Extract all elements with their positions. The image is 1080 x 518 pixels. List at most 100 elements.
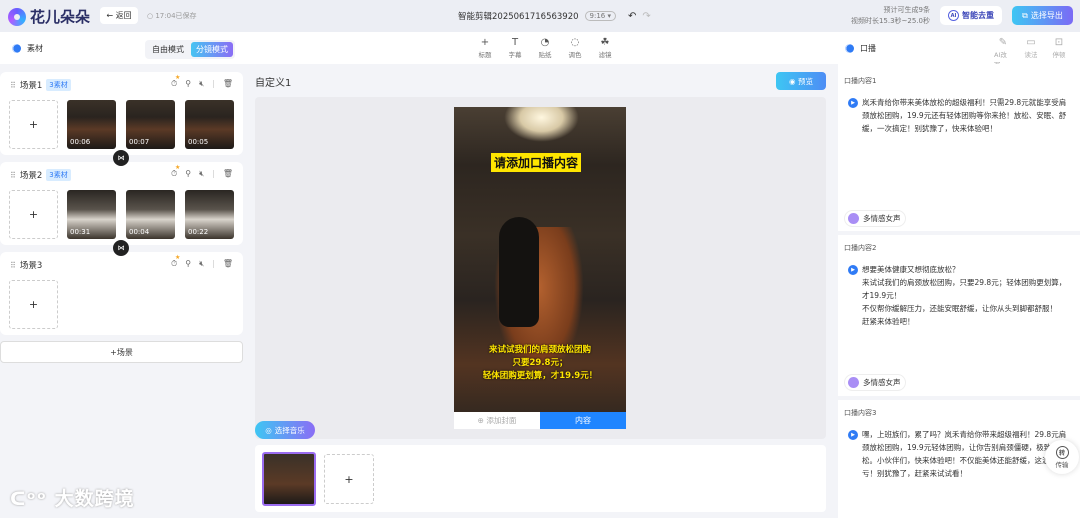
back-button[interactable]: ← 返回 <box>100 7 138 24</box>
timer-icon[interactable]: ⏱ ★ <box>171 74 180 89</box>
search-icon[interactable]: ⚲ <box>185 259 191 269</box>
selected-clip-thumbnail[interactable] <box>262 452 316 506</box>
search-icon[interactable]: ⚲ <box>185 169 191 179</box>
clip-duration: 00:06 <box>70 138 91 146</box>
material-count-badge: 3素材 <box>46 79 71 91</box>
export-button[interactable]: ⧉ 选择导出 <box>1012 6 1073 25</box>
eye-icon: ◉ <box>789 76 798 86</box>
play-icon[interactable]: ▶ <box>848 430 858 440</box>
smart-dedupe-label: 智能去重 <box>962 11 994 20</box>
search-icon[interactable]: ⚲ <box>185 79 191 89</box>
drag-handle-icon[interactable]: ⠿ <box>10 81 16 90</box>
free-mode-tab[interactable]: 自由模式 <box>147 42 189 57</box>
voice-select-button[interactable]: 多情感女声 <box>844 210 906 227</box>
timer-icon[interactable]: ⏱ ★ <box>171 254 180 269</box>
magic-pen-icon: ✎ <box>998 37 1008 48</box>
voiceover-text[interactable]: ▶ 岚禾青给你带来美体放松的超级福利！只需29.8元就能享受肩颈放松团购，19.9… <box>848 96 1073 135</box>
add-scene-button[interactable]: +场景 <box>0 341 243 363</box>
trash-icon[interactable]: 🗑︎ <box>223 259 233 269</box>
add-clip-button[interactable]: + <box>324 454 374 504</box>
redo-icon[interactable]: ↷ <box>642 11 650 22</box>
material-count-badge: 3素材 <box>46 169 71 181</box>
subtitle-line: 只要29.8元； <box>512 358 568 368</box>
add-cover-button[interactable]: ⊕ 添加封面 <box>454 412 540 429</box>
voiceover-card: 口播内容3 ▶ 嘿，上班族们，累了吗？岚禾青给你带来超级福利！29.8元肩颈放松团… <box>838 400 1080 518</box>
play-icon[interactable]: ▶ <box>848 265 858 275</box>
storyboard-mode-tab[interactable]: 分镜模式 <box>191 42 233 57</box>
clip-thumbnail[interactable]: 00:22 <box>185 190 234 239</box>
voice-name: 多情感女声 <box>863 378 901 387</box>
clip-thumbnail[interactable]: 00:04 <box>126 190 175 239</box>
transition-icon[interactable]: ⋈ <box>113 240 129 256</box>
clip-duration: 00:04 <box>129 228 150 236</box>
add-material-button[interactable]: + <box>9 280 58 329</box>
aspect-ratio-select[interactable]: 9:16 ▾ <box>584 11 616 21</box>
filter-tool[interactable]: ☘ 滤镜 <box>596 37 614 59</box>
app-logo[interactable]: 花儿朵朵 <box>8 6 90 27</box>
play-icon[interactable]: ▶ <box>848 98 858 108</box>
mute-icon[interactable]: 🔇︎ <box>199 259 204 269</box>
palette-icon: ◌ <box>570 37 580 48</box>
voiceover-text-content: 嘿，上班族们，累了吗？岚禾青给你带来超级福利！29.8元肩颈放松团购，19.9元… <box>862 430 1072 478</box>
voice-dot-icon <box>845 44 854 53</box>
select-music-button[interactable]: ◎ 选择音乐 <box>255 421 315 439</box>
clip-thumbnail[interactable]: 00:06 <box>67 100 116 149</box>
clip-thumbnail[interactable]: 00:07 <box>126 100 175 149</box>
estimate-info: 预计可生成9条 视频时长15.3秒~25.0秒 <box>850 5 930 27</box>
select-music-label: 选择音乐 <box>274 425 305 435</box>
clip-thumbnail[interactable]: 00:31 <box>67 190 116 239</box>
mute-icon[interactable]: 🔇︎ <box>199 169 204 179</box>
title-tool[interactable]: + 标题 <box>476 37 494 59</box>
mode-switch: 自由模式 分镜模式 <box>145 40 235 59</box>
clip-thumbnail[interactable]: 00:05 <box>185 100 234 149</box>
edit-tools: + 标题 T 字幕 ◔ 贴纸 ◌ 调色 ☘ 滤镜 <box>476 37 614 59</box>
smart-dedupe-button[interactable]: AI 智能去重 <box>940 6 1002 25</box>
voiceover-card: 口播内容1 ▶ 岚禾青给你带来美体放松的超级福利！只需29.8元就能享受肩颈放松团… <box>838 68 1080 235</box>
scene-card: ⠿ 场景1 3素材 ⏱ ★ ⚲ 🔇︎ | 🗑︎ + 00:06 00:07 00:05 <box>0 72 243 155</box>
sticker-tool[interactable]: ◔ 贴纸 <box>536 37 554 59</box>
material-section-title: 素材 <box>12 43 43 54</box>
trash-icon[interactable]: 🗑︎ <box>223 169 233 179</box>
drag-handle-icon[interactable]: ⠿ <box>10 261 16 270</box>
divider: | <box>212 169 215 178</box>
tool-label: 调色 <box>568 51 582 59</box>
voiceover-text[interactable]: ▶ 嘿，上班族们，累了吗？岚禾青给你带来超级福利！29.8元肩颈放松团购，19.9… <box>848 428 1073 480</box>
material-label: 素材 <box>27 44 43 53</box>
trash-icon[interactable]: 🗑︎ <box>223 79 233 89</box>
voice-select-button[interactable]: 多情感女声 <box>844 374 906 391</box>
voiceover-caption-placeholder[interactable]: 请添加口播内容 <box>491 153 582 172</box>
document-title[interactable]: 智能剪辑2025061716563920 <box>458 10 579 22</box>
voiceover-label: 口播内容3 <box>844 409 877 417</box>
transition-icon[interactable]: ⋈ <box>113 150 129 166</box>
undo-icon[interactable]: ↶ <box>628 11 636 22</box>
book-icon: ▭ <box>1026 37 1036 48</box>
save-status-text: 17:04已保存 <box>155 12 197 20</box>
add-material-button[interactable]: + <box>9 190 58 239</box>
subtitle-tool[interactable]: T 字幕 <box>506 37 524 59</box>
mute-icon[interactable]: 🔇︎ <box>199 79 204 89</box>
app-name: 花儿朵朵 <box>30 8 91 26</box>
timer-icon[interactable]: ⏱ ★ <box>171 164 180 179</box>
subtitle-caption[interactable]: 来试试我们的肩颈放松团购 只要29.8元； 轻体团购更划算，才19.9元！ <box>454 344 626 383</box>
voiceover-text[interactable]: ▶ 想要美体健康又想彻底放松？ 来试试我们的肩颈放松团购，只要29.8元；轻体团购… <box>848 263 1073 328</box>
ai-icon: AI <box>948 10 959 21</box>
preview-button[interactable]: ◉ 预览 <box>776 72 826 90</box>
tool-label: 字幕 <box>508 51 522 59</box>
material-dot-icon <box>12 44 21 53</box>
estimate-duration: 视频时长15.3秒~25.0秒 <box>850 17 930 25</box>
transfer-button[interactable]: 转传输 <box>1045 440 1079 474</box>
scene-name: 场景2 <box>19 171 43 181</box>
transfer-label: 传输 <box>1055 460 1069 469</box>
preview-label: 预览 <box>797 76 813 86</box>
color-tool[interactable]: ◌ 调色 <box>566 37 584 59</box>
content-tab[interactable]: 内容 <box>540 412 626 429</box>
clip-duration: 00:31 <box>70 228 91 236</box>
tool-label: 读法 <box>1024 51 1038 59</box>
voice-avatar-icon <box>848 377 859 388</box>
music-icon: ◎ <box>265 425 272 435</box>
add-material-button[interactable]: + <box>9 100 58 149</box>
watermark: ᑕᵒᵒ 大数跨境 <box>10 488 135 510</box>
voiceover-text-content: 想要美体健康又想彻底放松？ 来试试我们的肩颈放松团购，只要29.8元；轻体团购更… <box>862 265 1067 326</box>
voiceover-card: 口播内容2 ▶ 想要美体健康又想彻底放松？ 来试试我们的肩颈放松团购，只要29.8… <box>838 235 1080 400</box>
drag-handle-icon[interactable]: ⠿ <box>10 171 16 180</box>
